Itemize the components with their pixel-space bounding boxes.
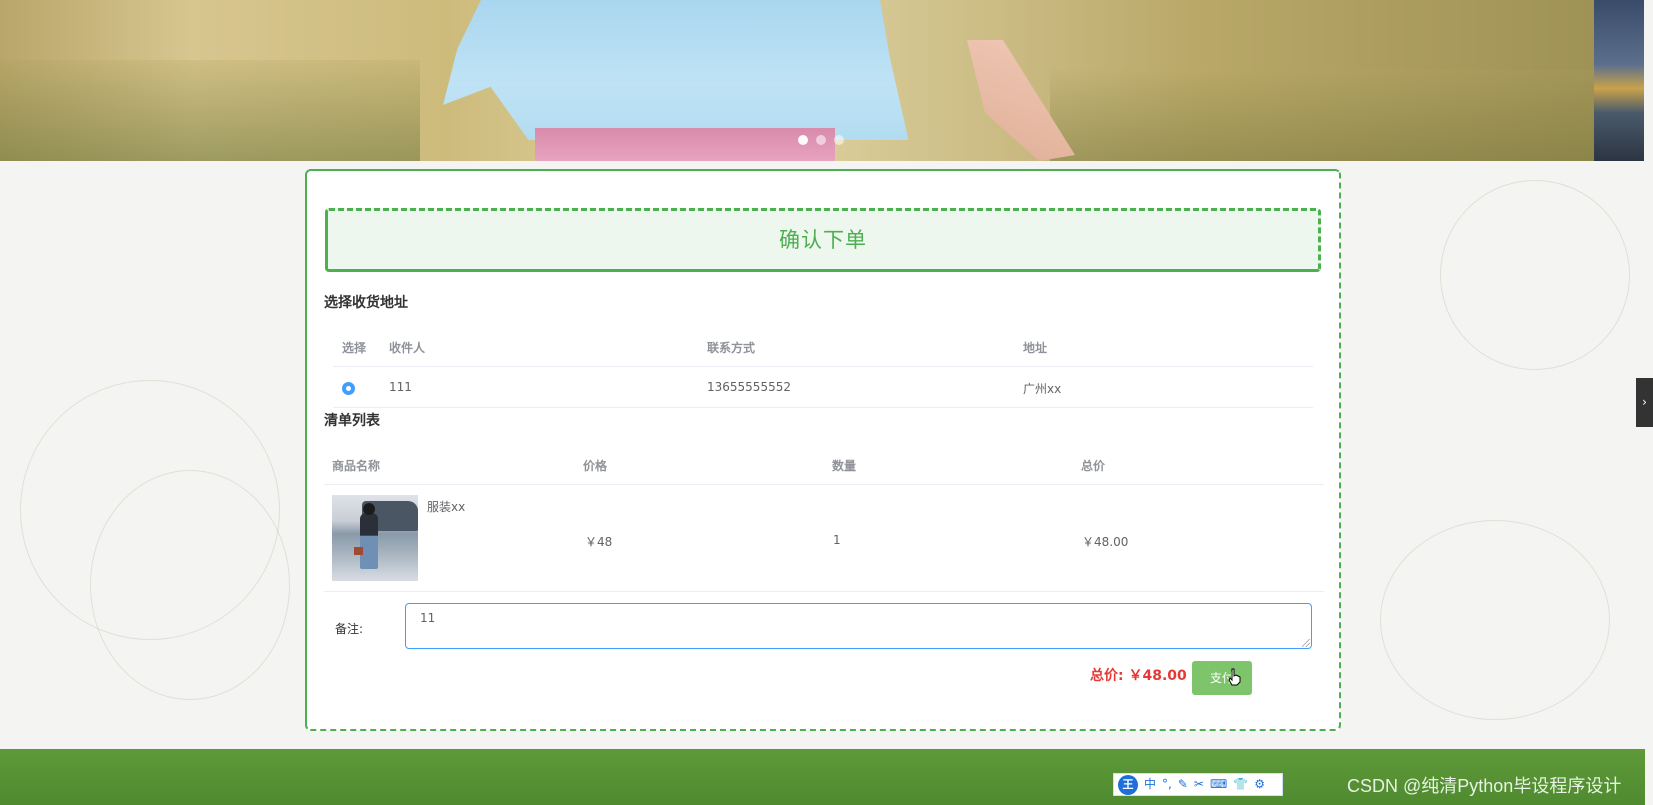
- hand-cursor-icon: [1228, 668, 1241, 686]
- background-decoration: [1380, 520, 1610, 720]
- banner-background: [0, 60, 420, 161]
- cart-col-subtotal: 总价: [1081, 459, 1106, 473]
- cart-col-price: 价格: [583, 459, 608, 473]
- order-total: 总价: ￥48.00: [1090, 668, 1187, 684]
- carousel-indicators: [798, 135, 844, 145]
- address-section-heading: 选择收货地址: [324, 295, 408, 311]
- product-thumbnail[interactable]: [332, 495, 418, 581]
- ime-settings-icon[interactable]: ⚙: [1254, 773, 1265, 796]
- divider: [333, 407, 1313, 408]
- address-phone: 13655555552: [707, 380, 791, 394]
- ime-handwrite-icon[interactable]: ✎: [1178, 773, 1188, 796]
- divider: [324, 591, 1324, 592]
- ime-keyboard-icon[interactable]: ⌨: [1210, 773, 1227, 796]
- divider: [333, 366, 1313, 367]
- address-col-address: 地址: [1023, 341, 1048, 355]
- carousel-dot[interactable]: [798, 135, 808, 145]
- background-decoration: [1440, 180, 1630, 370]
- ime-toolbar[interactable]: 王 中 °, ✎ ✂ ⌨ 👕 ⚙: [1113, 773, 1283, 796]
- banner-next-slide-preview[interactable]: [1594, 0, 1644, 161]
- carousel-dot[interactable]: [816, 135, 826, 145]
- product-subtotal: ￥48.00: [1082, 535, 1129, 549]
- cart-col-name: 商品名称: [332, 459, 381, 473]
- side-drawer-toggle[interactable]: ›: [1636, 378, 1653, 427]
- address-col-phone: 联系方式: [707, 341, 756, 355]
- banner-model-shirt: [443, 0, 909, 140]
- divider: [324, 484, 1324, 485]
- product-name[interactable]: 服装xx: [427, 498, 465, 515]
- remark-label: 备注:: [335, 622, 364, 636]
- resize-handle[interactable]: [1302, 639, 1310, 647]
- background-decoration: [90, 470, 290, 700]
- address-col-select: 选择: [342, 341, 367, 355]
- ime-punctuation-icon[interactable]: °,: [1162, 773, 1172, 796]
- ime-skin-icon[interactable]: 👕: [1233, 773, 1248, 796]
- product-quantity: 1: [833, 533, 841, 547]
- remark-textarea[interactable]: [405, 603, 1312, 649]
- ime-screenshot-icon[interactable]: ✂: [1194, 773, 1204, 796]
- cart-col-quantity: 数量: [832, 459, 857, 473]
- address-recipient: 111: [389, 380, 412, 394]
- carousel-dot[interactable]: [834, 135, 844, 145]
- order-confirm-card: 确认下单 选择收货地址 选择 收件人 联系方式 地址 111 136555555…: [305, 169, 1341, 731]
- ime-logo-icon[interactable]: 王: [1118, 774, 1138, 795]
- banner-background: [1050, 70, 1594, 161]
- watermark: CSDN @纯清Python毕设程序设计: [1347, 776, 1622, 796]
- ime-mode-toggle[interactable]: 中: [1144, 773, 1156, 796]
- hero-banner[interactable]: [0, 0, 1594, 161]
- address-radio-selected[interactable]: [342, 382, 355, 395]
- page-title: 确认下单: [325, 208, 1321, 272]
- product-price: ￥48: [585, 535, 613, 549]
- cart-section-heading: 清单列表: [324, 413, 380, 429]
- address-col-recipient: 收件人: [389, 341, 426, 355]
- pay-button[interactable]: 支付: [1192, 661, 1252, 695]
- banner-model-skirt: [535, 128, 835, 161]
- address-text: 广州xx: [1023, 382, 1062, 396]
